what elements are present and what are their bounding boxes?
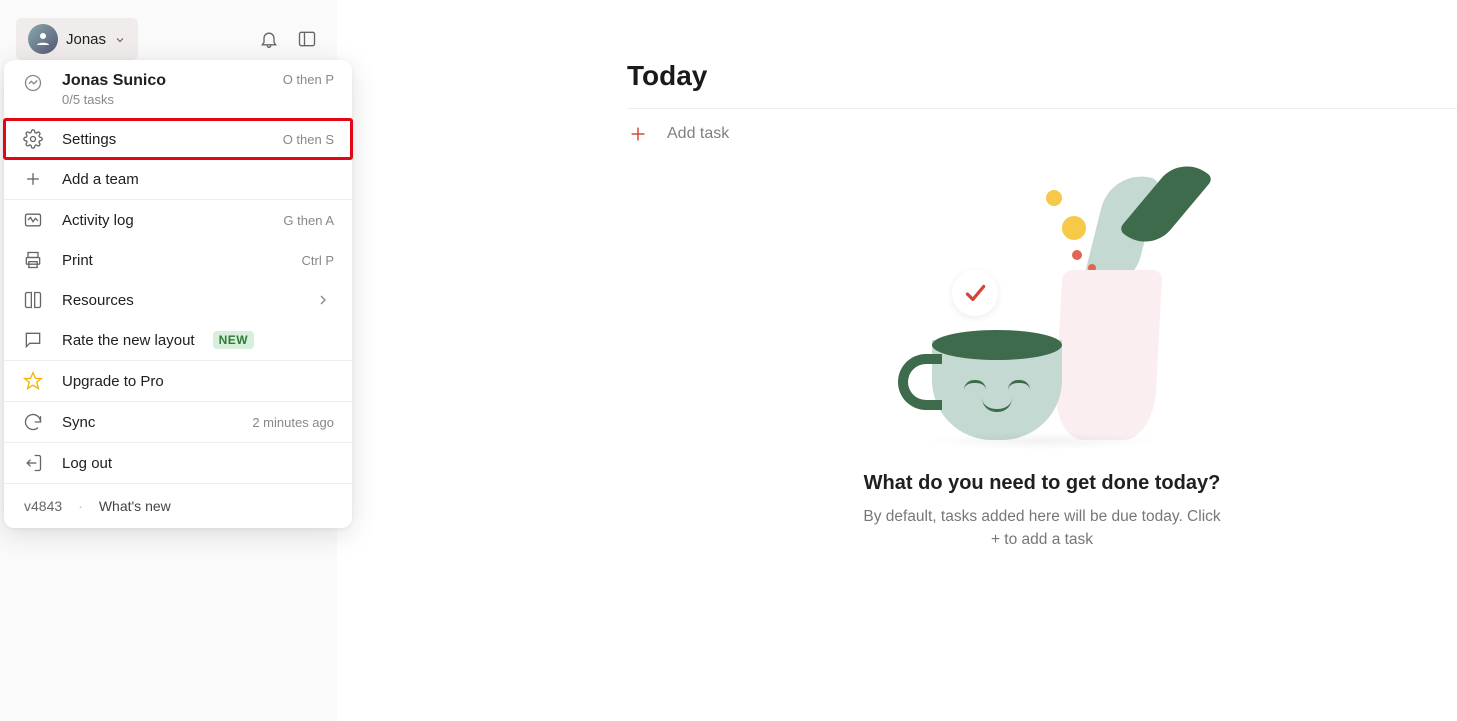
whats-new-link[interactable]: What's new — [99, 498, 171, 514]
menu-rate-label: Rate the new layout — [62, 332, 195, 349]
app-root: Jonas Jonas Sunico 0/5 tasks — [0, 0, 1457, 721]
main-content: Today Add task — [337, 0, 1457, 721]
add-task-label: Add task — [667, 125, 729, 143]
toggle-sidebar-button[interactable] — [293, 25, 321, 53]
menu-logout-label: Log out — [62, 455, 112, 472]
menu-item-print[interactable]: Print Ctrl P — [4, 240, 352, 280]
logout-icon — [22, 452, 44, 474]
sync-icon — [22, 411, 44, 433]
menu-sync-label: Sync — [62, 414, 95, 431]
menu-print-shortcut: Ctrl P — [302, 253, 335, 268]
menu-resources-label: Resources — [62, 292, 134, 309]
menu-settings-label: Settings — [62, 131, 116, 148]
empty-subtitle: By default, tasks added here will be due… — [862, 505, 1222, 552]
sidebar: Jonas Jonas Sunico 0/5 tasks — [0, 0, 337, 721]
menu-print-label: Print — [62, 252, 93, 269]
empty-state: What do you need to get done today? By d… — [787, 160, 1297, 552]
user-shortname: Jonas — [66, 31, 106, 48]
print-icon — [22, 249, 44, 271]
comment-icon — [22, 329, 44, 351]
menu-profile-name: Jonas Sunico — [62, 72, 265, 90]
title-row: Today — [627, 60, 1457, 109]
gear-icon — [22, 128, 44, 150]
chevron-down-icon — [114, 33, 126, 45]
menu-profile-shortcut: O then P — [283, 72, 334, 87]
menu-sync-hint: 2 minutes ago — [252, 415, 334, 430]
version-label: v4843 — [24, 498, 62, 514]
empty-illustration — [892, 160, 1192, 460]
dot-separator: · — [78, 498, 83, 514]
add-task-button[interactable]: Add task — [627, 109, 1457, 159]
menu-upgrade-label: Upgrade to Pro — [62, 373, 164, 390]
menu-item-resources[interactable]: Resources — [4, 280, 352, 320]
star-icon — [22, 370, 44, 392]
menu-item-settings[interactable]: Settings O then S — [4, 119, 352, 159]
menu-item-rate[interactable]: Rate the new layout NEW — [4, 320, 352, 360]
menu-footer: v4843 · What's new — [4, 484, 352, 528]
chevron-right-icon — [312, 289, 334, 311]
new-badge: NEW — [213, 331, 255, 349]
menu-activity-shortcut: G then A — [283, 213, 334, 228]
user-menu-trigger[interactable]: Jonas — [16, 18, 138, 60]
menu-item-profile[interactable]: Jonas Sunico 0/5 tasks O then P — [4, 60, 352, 119]
menu-item-sync[interactable]: Sync 2 minutes ago — [4, 402, 352, 442]
menu-settings-shortcut: O then S — [283, 132, 334, 147]
empty-title: What do you need to get done today? — [787, 472, 1297, 495]
activity-icon — [22, 209, 44, 231]
plus-icon — [627, 123, 649, 145]
menu-profile-tasks: 0/5 tasks — [62, 92, 265, 107]
page-title: Today — [627, 60, 1457, 108]
user-dropdown-menu: Jonas Sunico 0/5 tasks O then P Settings… — [4, 60, 352, 528]
book-icon — [22, 289, 44, 311]
check-icon — [952, 270, 998, 316]
menu-item-logout[interactable]: Log out — [4, 443, 352, 483]
notifications-button[interactable] — [255, 25, 283, 53]
avatar — [28, 24, 58, 54]
menu-item-add-team[interactable]: Add a team — [4, 159, 352, 199]
productivity-icon — [22, 72, 44, 94]
menu-item-upgrade[interactable]: Upgrade to Pro — [4, 361, 352, 401]
menu-item-activity-log[interactable]: Activity log G then A — [4, 200, 352, 240]
plus-icon — [22, 168, 44, 190]
menu-activity-label: Activity log — [62, 212, 134, 229]
menu-add-team-label: Add a team — [62, 171, 139, 188]
